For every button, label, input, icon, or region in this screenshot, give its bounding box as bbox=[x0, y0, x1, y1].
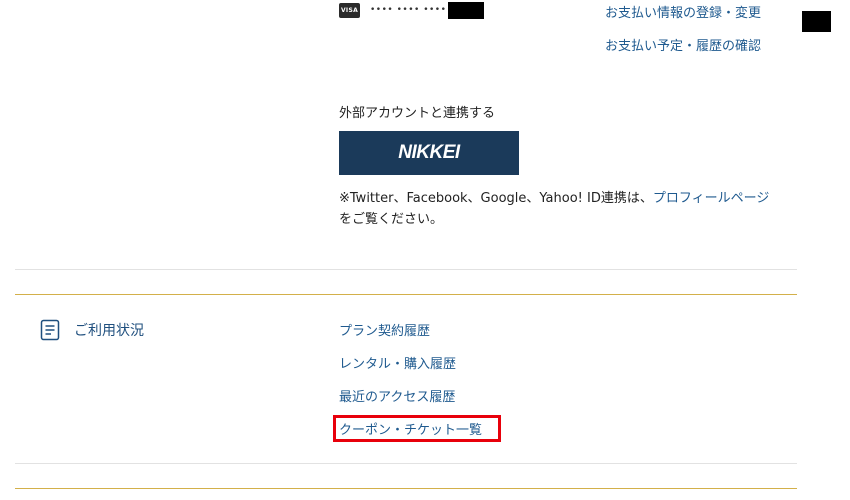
section-divider bbox=[15, 269, 797, 270]
highlight-box bbox=[333, 415, 501, 442]
redacted-card-digits bbox=[448, 1, 485, 19]
external-account-note: ※Twitter、Facebook、Google、Yahoo! ID連携は、プロ… bbox=[339, 188, 779, 230]
note-prefix: ※Twitter、Facebook、Google、Yahoo! ID連携は、 bbox=[339, 191, 653, 206]
recent-access-history-link[interactable]: 最近のアクセス履歴 bbox=[339, 386, 455, 405]
profile-page-link[interactable]: プロフィールページ bbox=[653, 191, 769, 206]
nikkei-link-button[interactable]: NIKKEI bbox=[339, 131, 519, 175]
section-divider-bottom bbox=[15, 463, 797, 464]
payment-register-link[interactable]: お支払い情報の登録・変更 bbox=[605, 2, 761, 21]
payment-card-row: VISA •••• •••• •••• bbox=[339, 1, 485, 19]
plan-contract-history-link[interactable]: プラン契約履歴 bbox=[339, 320, 430, 339]
visa-card-icon: VISA bbox=[339, 2, 360, 18]
redacted-block bbox=[802, 11, 831, 32]
external-account-label: 外部アカウントと連携する bbox=[339, 106, 496, 121]
payment-schedule-link[interactable]: お支払い予定・履歴の確認 bbox=[605, 35, 761, 54]
usage-section-title: ご利用状況 bbox=[74, 323, 144, 339]
rental-purchase-history-link[interactable]: レンタル・購入履歴 bbox=[339, 353, 456, 372]
usage-section-header: ご利用状況 bbox=[40, 319, 144, 341]
section-divider-gold-bottom bbox=[15, 488, 797, 489]
note-suffix: をご覧ください。 bbox=[339, 212, 444, 227]
document-icon bbox=[40, 319, 60, 341]
card-number-masked: •••• •••• •••• bbox=[370, 5, 447, 15]
section-divider-gold bbox=[15, 294, 797, 295]
